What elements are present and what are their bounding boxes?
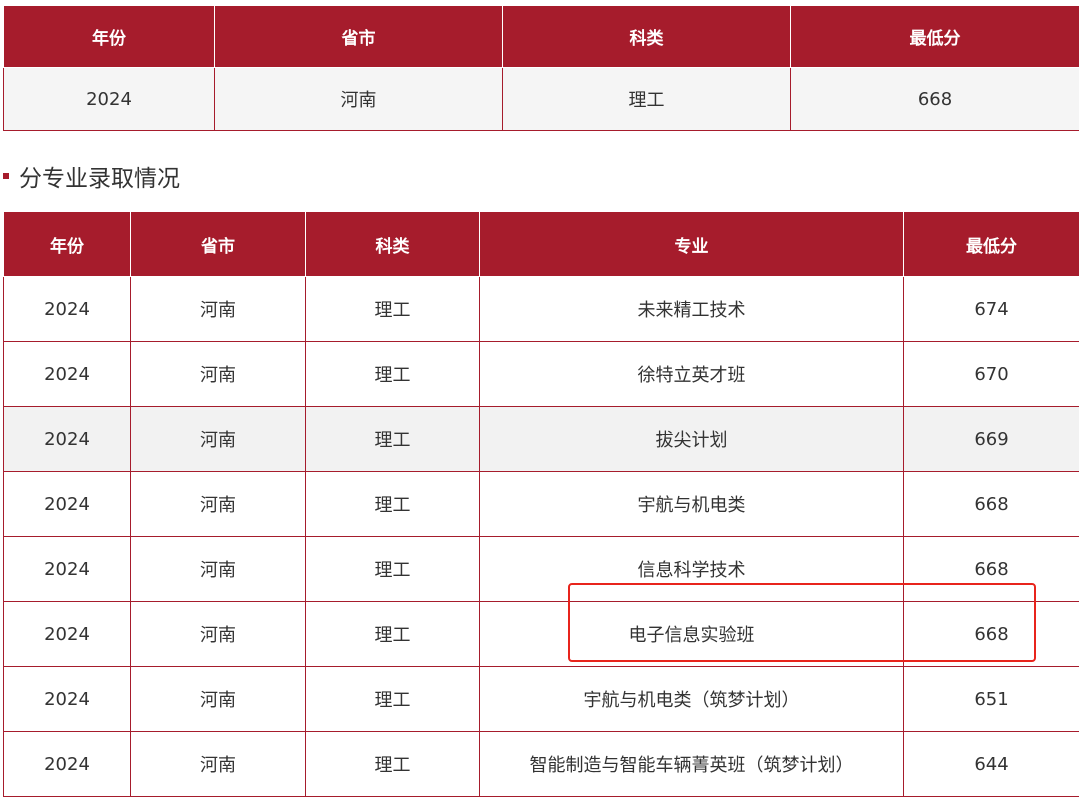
major-header-min-score: 最低分: [904, 212, 1079, 277]
row-major: 智能制造与智能车辆菁英班（筑梦计划）: [480, 732, 904, 797]
row-category: 理工: [306, 537, 480, 602]
row-major: 未来精工技术: [480, 277, 904, 342]
row-province: 河南: [131, 472, 306, 537]
row-min-score: 668: [904, 472, 1079, 537]
row-province: 河南: [131, 277, 306, 342]
row-category: 理工: [306, 407, 480, 472]
row-year: 2024: [4, 602, 131, 667]
major-header-major: 专业: [480, 212, 904, 277]
row-major: 徐特立英才班: [480, 342, 904, 407]
summary-header-row: 年份 省市 科类 最低分: [4, 6, 1079, 68]
row-year: 2024: [4, 342, 131, 407]
row-min-score: 668: [904, 537, 1079, 602]
admission-summary-table: 年份 省市 科类 最低分 2024 河南 理工 668: [3, 5, 1079, 131]
summary-header-year: 年份: [4, 6, 215, 68]
section-heading: 分专业录取情况: [3, 160, 180, 192]
row-min-score: 668: [904, 602, 1079, 667]
table-row: 2024 河南 理工 未来精工技术 674: [4, 277, 1079, 342]
row-min-score: 670: [904, 342, 1079, 407]
row-min-score: 669: [904, 407, 1079, 472]
row-min-score: 651: [904, 667, 1079, 732]
row-category: 理工: [306, 342, 480, 407]
major-header-year: 年份: [4, 212, 131, 277]
row-category: 理工: [306, 277, 480, 342]
summary-year: 2024: [4, 68, 215, 131]
table-row: 2024 河南 理工 拔尖计划 669: [4, 407, 1079, 472]
table-row: 2024 河南 理工 宇航与机电类 668: [4, 472, 1079, 537]
row-province: 河南: [131, 667, 306, 732]
row-year: 2024: [4, 407, 131, 472]
row-major: 宇航与机电类（筑梦计划）: [480, 667, 904, 732]
row-category: 理工: [306, 472, 480, 537]
major-header-category: 科类: [306, 212, 480, 277]
summary-header-category: 科类: [503, 6, 791, 68]
summary-header-min-score: 最低分: [791, 6, 1079, 68]
row-province: 河南: [131, 602, 306, 667]
row-min-score: 644: [904, 732, 1079, 797]
row-category: 理工: [306, 602, 480, 667]
table-row: 2024 河南 理工 徐特立英才班 670: [4, 342, 1079, 407]
row-year: 2024: [4, 732, 131, 797]
summary-province: 河南: [215, 68, 503, 131]
row-major: 电子信息实验班: [480, 602, 904, 667]
row-category: 理工: [306, 667, 480, 732]
table-row: 2024 河南 理工 信息科学技术 668: [4, 537, 1079, 602]
major-header-row: 年份 省市 科类 专业 最低分: [4, 212, 1079, 277]
row-min-score: 674: [904, 277, 1079, 342]
summary-min-score: 668: [791, 68, 1079, 131]
table-row: 2024 河南 理工 宇航与机电类（筑梦计划） 651: [4, 667, 1079, 732]
row-year: 2024: [4, 472, 131, 537]
row-year: 2024: [4, 277, 131, 342]
row-major: 宇航与机电类: [480, 472, 904, 537]
table-row: 2024 河南 理工 智能制造与智能车辆菁英班（筑梦计划） 644: [4, 732, 1079, 797]
section-bullet-icon: [3, 173, 9, 179]
summary-header-province: 省市: [215, 6, 503, 68]
row-major: 拔尖计划: [480, 407, 904, 472]
summary-category: 理工: [503, 68, 791, 131]
row-province: 河南: [131, 342, 306, 407]
row-year: 2024: [4, 667, 131, 732]
row-major: 信息科学技术: [480, 537, 904, 602]
table-row: 2024 河南 理工 电子信息实验班 668: [4, 602, 1079, 667]
row-province: 河南: [131, 537, 306, 602]
major-admission-table: 年份 省市 科类 专业 最低分 2024 河南 理工 未来精工技术 674 20…: [3, 211, 1079, 797]
row-category: 理工: [306, 732, 480, 797]
row-year: 2024: [4, 537, 131, 602]
section-title: 分专业录取情况: [19, 159, 180, 193]
row-province: 河南: [131, 732, 306, 797]
row-province: 河南: [131, 407, 306, 472]
major-header-province: 省市: [131, 212, 306, 277]
summary-row: 2024 河南 理工 668: [4, 68, 1079, 131]
